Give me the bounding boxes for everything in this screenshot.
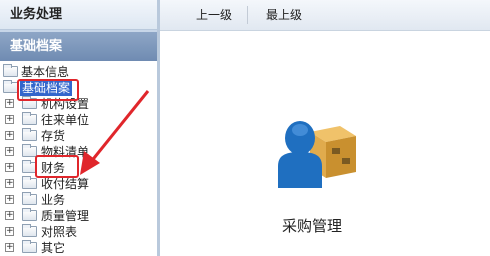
expand-icon[interactable]: +	[5, 179, 14, 188]
purchase-person-box-icon	[278, 121, 356, 188]
tree-item-quality[interactable]: + 质量管理	[0, 208, 150, 224]
purchase-module-label[interactable]: 采购管理	[282, 215, 342, 236]
tree-item-basic-info[interactable]: 基本信息	[0, 64, 150, 80]
expand-icon[interactable]: +	[5, 131, 14, 140]
expand-icon[interactable]: +	[5, 243, 14, 252]
top-level-button[interactable]: 最上级	[266, 0, 302, 30]
folder-icon	[22, 128, 37, 141]
annotation-arrow	[80, 90, 150, 175]
expand-icon[interactable]: +	[5, 115, 14, 124]
expand-icon[interactable]: +	[5, 147, 14, 156]
expand-icon[interactable]: +	[5, 227, 14, 236]
tree-item-label: 基本信息	[21, 65, 70, 79]
tree-item-label: 存货	[41, 129, 66, 143]
expand-icon[interactable]: +	[5, 211, 14, 220]
folder-icon	[22, 192, 37, 205]
tree-item-label: 对照表	[41, 225, 78, 239]
folder-icon	[22, 112, 37, 125]
up-one-level-button[interactable]: 上一级	[196, 0, 232, 30]
toolbar: 上一级 最上级	[160, 0, 490, 31]
tree-item-mapping[interactable]: + 对照表	[0, 224, 150, 240]
expand-icon[interactable]: +	[5, 195, 14, 204]
tree-item-label: 质量管理	[41, 209, 90, 223]
tree-item-other[interactable]: + 其它	[0, 240, 150, 256]
folder-open-icon	[3, 80, 18, 93]
folder-icon	[22, 240, 37, 253]
folder-icon	[22, 224, 37, 237]
tree-item-label: 其它	[41, 241, 66, 255]
business-processing-header[interactable]: 业务处理	[0, 0, 157, 30]
expand-icon[interactable]: +	[5, 163, 14, 172]
toolbar-separator	[247, 6, 248, 24]
folder-icon	[22, 208, 37, 221]
expand-icon[interactable]: +	[5, 99, 14, 108]
folder-icon	[22, 176, 37, 189]
folder-icon	[3, 64, 18, 77]
tree-item-business[interactable]: + 业务	[0, 192, 150, 208]
basic-archives-section-header[interactable]: 基础档案	[0, 32, 157, 61]
tree-item-label: 业务	[41, 193, 66, 207]
